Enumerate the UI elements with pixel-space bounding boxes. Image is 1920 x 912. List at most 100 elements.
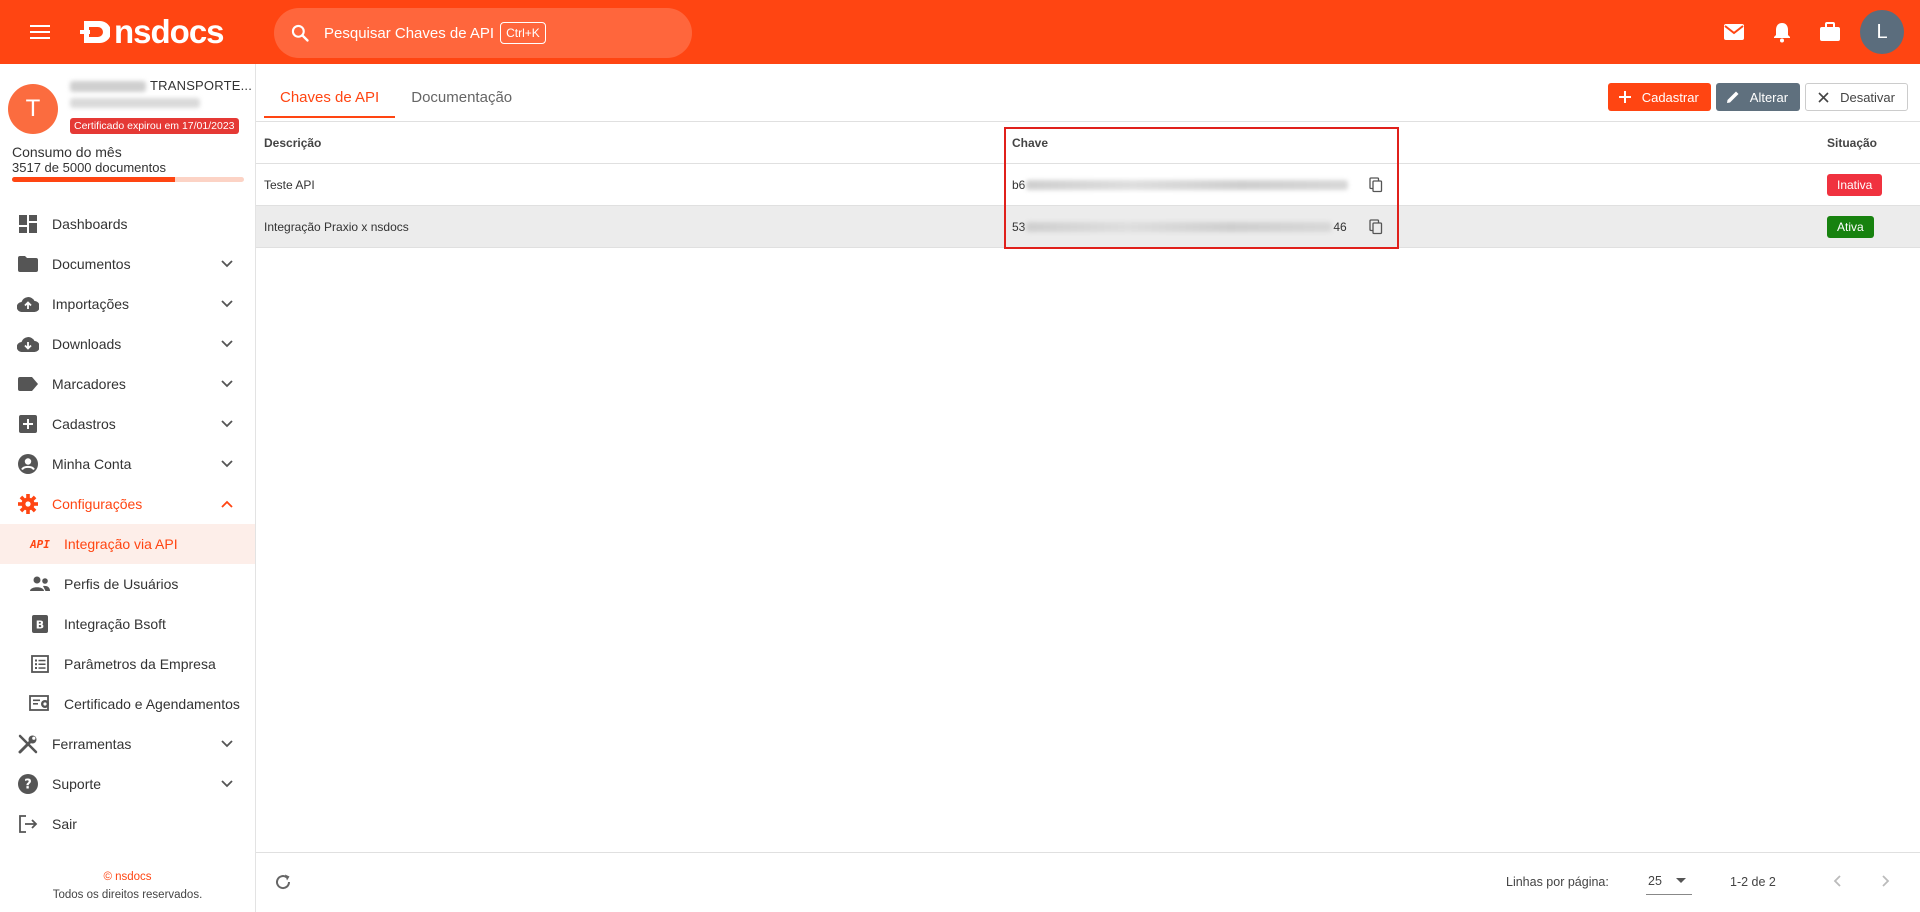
header-descricao[interactable]: Descrição	[264, 136, 321, 150]
search-placeholder: Pesquisar Chaves de API	[324, 24, 495, 42]
sidebar-item-downloads[interactable]: Downloads	[0, 324, 255, 364]
pencil-icon	[1726, 90, 1740, 104]
briefcase-icon[interactable]	[1806, 8, 1854, 56]
cadastrar-button[interactable]: Cadastrar	[1607, 83, 1711, 111]
api-icon: API	[30, 537, 50, 551]
mail-icon[interactable]	[1710, 8, 1758, 56]
svg-text:?: ?	[24, 778, 32, 793]
company-name: TRANSPORTE...	[150, 78, 253, 93]
sidebar-item-suporte[interactable]: ? Suporte	[0, 764, 255, 804]
status-ativa: Ativa	[1827, 215, 1874, 238]
company-card[interactable]: T TRANSPORTE... Certificado expirou em 1…	[0, 64, 255, 146]
sidebar-subitem-label: Certificado e Agendamentos	[64, 696, 240, 712]
sidebar-item-label: Documentos	[52, 256, 131, 272]
search-input[interactable]: Pesquisar Chaves de API Ctrl+K	[274, 8, 692, 58]
alterar-label: Alterar	[1749, 89, 1789, 105]
sidebar-item-sair[interactable]: Sair	[0, 804, 255, 844]
chevron-down-icon	[219, 776, 235, 792]
sidebar-item-configuracoes[interactable]: Configurações	[0, 484, 255, 524]
alterar-button[interactable]: Alterar	[1715, 83, 1801, 111]
tools-icon	[17, 733, 39, 755]
brand-logo-icon	[80, 21, 110, 43]
footer-rights: Todos os direitos reservados.	[52, 889, 203, 901]
add-box-icon	[17, 413, 39, 435]
chevron-down-icon	[219, 256, 235, 272]
plus-icon	[1618, 90, 1632, 104]
sidebar-subitem-parametros-empresa[interactable]: Parâmetros da Empresa	[0, 644, 255, 684]
status-inativa: Inativa	[1827, 173, 1883, 196]
sidebar-item-label: Suporte	[52, 776, 102, 792]
label-icon	[17, 373, 39, 395]
next-page-button[interactable]	[1874, 869, 1898, 893]
sidebar-item-label: Downloads	[52, 336, 122, 352]
sidebar-subitem-label: Parâmetros da Empresa	[64, 656, 216, 672]
chevron-down-icon	[219, 736, 235, 752]
header-situacao[interactable]: Situação	[1827, 136, 1877, 150]
highlight-box	[1004, 127, 1399, 249]
chevron-down-icon	[219, 416, 235, 432]
tab-bar: Chaves de API Documentação	[264, 78, 528, 118]
bsoft-icon: B	[29, 613, 51, 635]
list-icon	[29, 653, 51, 675]
sidebar-item-label: Cadastros	[52, 416, 116, 432]
sidebar-subitem-integracao-api[interactable]: API Integração via API	[0, 524, 255, 564]
sidebar-item-importacoes[interactable]: Importações	[0, 284, 255, 324]
svg-text:B: B	[36, 619, 44, 632]
menu-icon[interactable]	[20, 12, 60, 52]
chevron-down-icon	[219, 456, 235, 472]
tab-chaves-api[interactable]: Chaves de API	[264, 78, 396, 118]
sidebar-subitem-integracao-bsoft[interactable]: B Integração Bsoft	[0, 604, 255, 644]
rows-per-page-label: Linhas por página:	[1506, 875, 1609, 889]
company-cnpj-redacted	[70, 98, 200, 108]
sidebar-item-label: Dashboards	[52, 216, 128, 232]
logout-icon	[17, 813, 39, 835]
consumo-progress-bar	[12, 177, 244, 182]
sidebar-subitem-certificado[interactable]: Certificado e Agendamentos	[0, 684, 255, 724]
certificate-expired-badge: Certificado expirou em 17/01/2023	[70, 118, 239, 134]
close-icon	[1816, 90, 1830, 104]
sidebar-item-label: Ferramentas	[52, 736, 132, 752]
company-avatar: T	[8, 84, 58, 134]
sidebar-subitem-label: Integração Bsoft	[64, 616, 166, 632]
sidebar-item-label: Sair	[52, 816, 77, 832]
cloud-upload-icon	[17, 293, 39, 315]
caret-down-icon	[1676, 878, 1686, 883]
sidebar-item-ferramentas[interactable]: Ferramentas	[0, 724, 255, 764]
sidebar-item-label: Minha Conta	[52, 456, 132, 472]
tab-documentacao[interactable]: Documentação	[395, 78, 528, 116]
page-range: 1-2 de 2	[1730, 875, 1776, 889]
prev-page-button[interactable]	[1825, 869, 1849, 893]
sidebar-item-cadastros[interactable]: Cadastros	[0, 404, 255, 444]
people-icon	[29, 573, 51, 595]
chevron-up-icon	[219, 496, 235, 512]
sidebar-subitem-perfis-usuarios[interactable]: Perfis de Usuários	[0, 564, 255, 604]
sidebar-item-documentos[interactable]: Documentos	[0, 244, 255, 284]
sidebar-item-marcadores[interactable]: Marcadores	[0, 364, 255, 404]
sidebar-item-label: Importações	[52, 296, 130, 312]
top-app-bar: nsdocs Pesquisar Chaves de API Ctrl+K L	[0, 0, 1920, 64]
search-icon	[291, 24, 309, 42]
status-badge: Inativa	[1827, 173, 1883, 196]
account-circle-icon	[17, 453, 39, 475]
sidebar-item-label: Configurações	[52, 496, 143, 512]
folder-icon	[17, 253, 39, 275]
desativar-label: Desativar	[1840, 89, 1895, 105]
help-icon: ?	[17, 773, 39, 795]
cadastrar-label: Cadastrar	[1641, 89, 1699, 105]
sidebar-footer: © nsdocs Todos os direitos reservados.	[0, 868, 255, 904]
search-shortcut: Ctrl+K	[500, 22, 546, 44]
sidebar-item-minha-conta[interactable]: Minha Conta	[0, 444, 255, 484]
sidebar-item-label: Marcadores	[52, 376, 126, 392]
chevron-down-icon	[219, 296, 235, 312]
refresh-icon[interactable]	[272, 871, 294, 893]
sidebar-item-dashboards[interactable]: Dashboards	[0, 204, 255, 244]
bell-icon[interactable]	[1758, 8, 1806, 56]
brand-logo[interactable]: nsdocs	[80, 13, 225, 51]
desativar-button[interactable]: Desativar	[1805, 83, 1908, 111]
rows-per-page-value: 25	[1648, 873, 1662, 888]
consumo-title: Consumo do mês	[12, 144, 122, 160]
rows-per-page-select[interactable]: 25	[1646, 867, 1692, 895]
toolbar-actions: Cadastrar Alterar Desativar	[1607, 83, 1908, 111]
chevron-down-icon	[219, 376, 235, 392]
user-avatar[interactable]: L	[1860, 10, 1904, 54]
